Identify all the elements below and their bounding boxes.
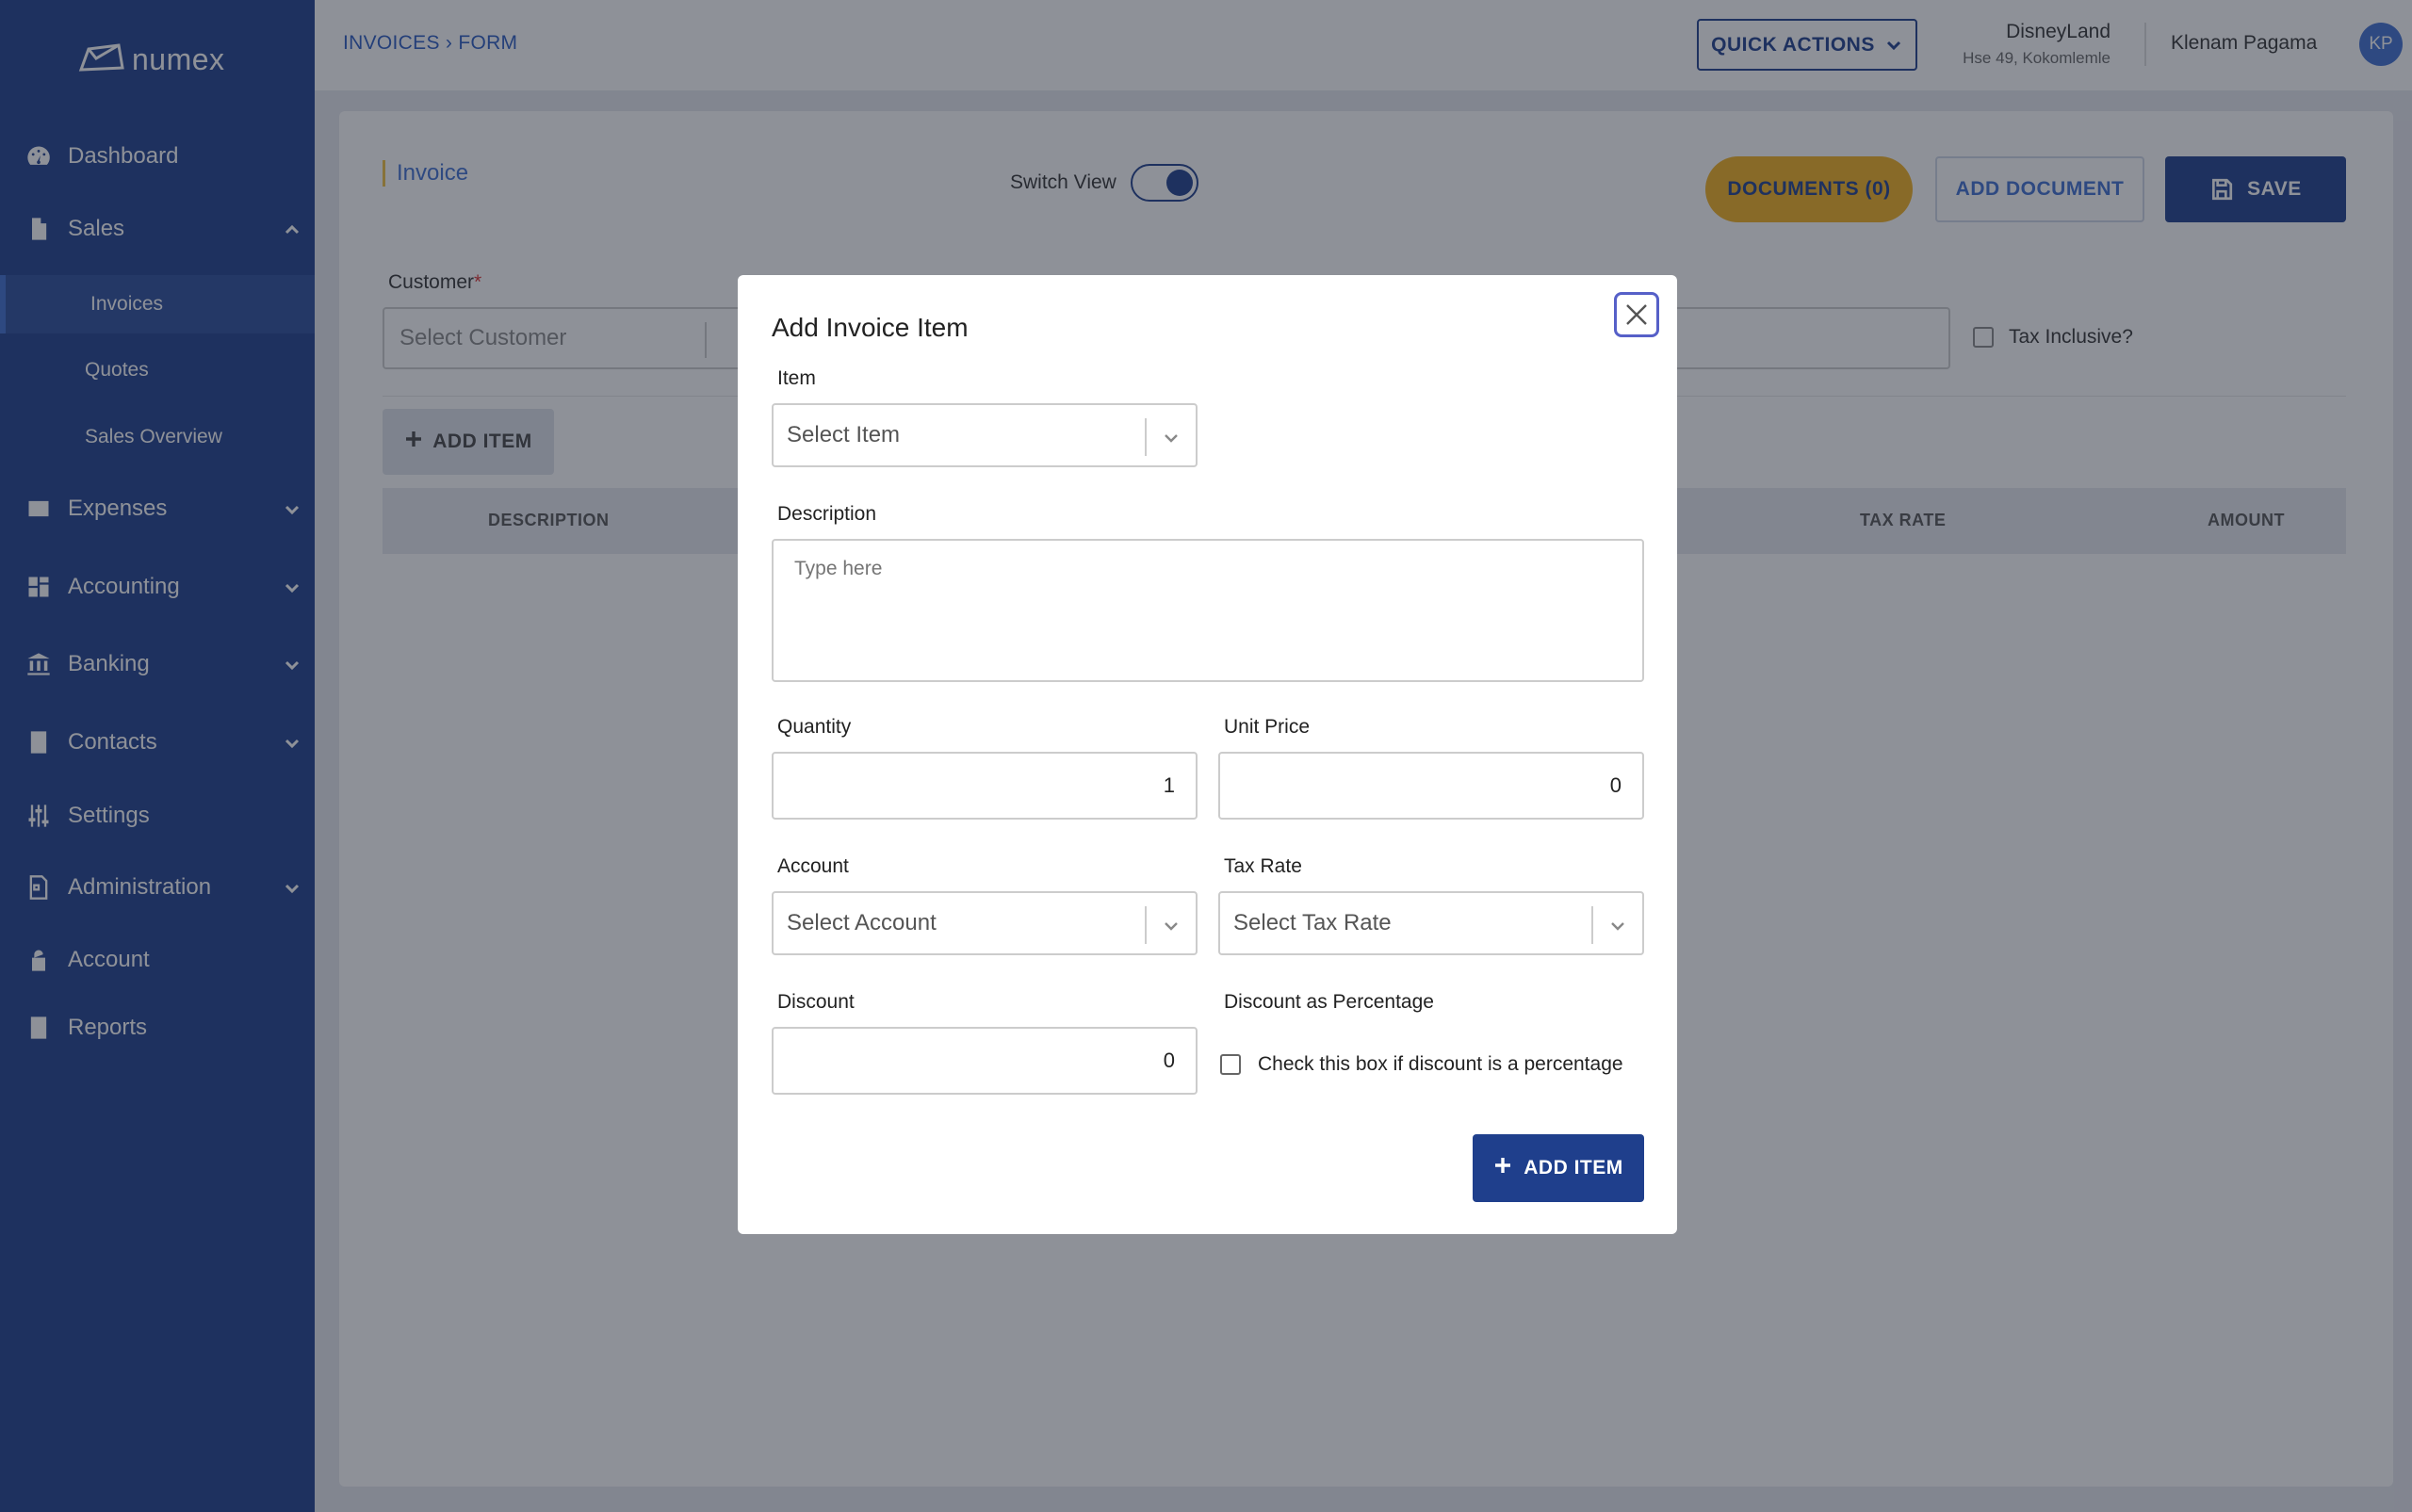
- description-label: Description: [777, 503, 877, 525]
- discount-label: Discount: [777, 991, 855, 1013]
- account-label: Account: [777, 855, 849, 877]
- quantity-label: Quantity: [777, 716, 852, 738]
- tax-rate-label: Tax Rate: [1224, 855, 1302, 877]
- modal-title: Add Invoice Item: [772, 313, 969, 342]
- discount-input[interactable]: 0: [772, 1027, 1198, 1095]
- quantity-input[interactable]: 1: [772, 752, 1198, 820]
- description-textarea[interactable]: [772, 539, 1644, 682]
- discount-percentage-checkbox[interactable]: Check this box if discount is a percenta…: [1220, 1053, 1623, 1076]
- close-icon: [1626, 304, 1647, 325]
- select-separator: [1145, 418, 1147, 456]
- select-separator: [1591, 906, 1593, 944]
- chevron-down-icon: [1608, 916, 1627, 935]
- checkbox-box[interactable]: [1220, 1054, 1241, 1075]
- discount-percentage-label: Discount as Percentage: [1224, 991, 1434, 1013]
- add-invoice-item-modal: Add Invoice Item Item Select Item Descri…: [738, 275, 1677, 1234]
- add-item-submit-button[interactable]: ADD ITEM: [1473, 1134, 1644, 1202]
- unit-price-label: Unit Price: [1224, 716, 1311, 738]
- item-label: Item: [777, 367, 816, 389]
- account-select[interactable]: Select Account: [772, 891, 1198, 955]
- close-button[interactable]: [1614, 292, 1659, 337]
- select-separator: [1145, 906, 1147, 944]
- plus-icon: [1493, 1156, 1512, 1180]
- item-select[interactable]: Select Item: [772, 403, 1198, 467]
- chevron-down-icon: [1162, 428, 1181, 447]
- tax-rate-select[interactable]: Select Tax Rate: [1218, 891, 1644, 955]
- unit-price-input[interactable]: 0: [1218, 752, 1644, 820]
- chevron-down-icon: [1162, 916, 1181, 935]
